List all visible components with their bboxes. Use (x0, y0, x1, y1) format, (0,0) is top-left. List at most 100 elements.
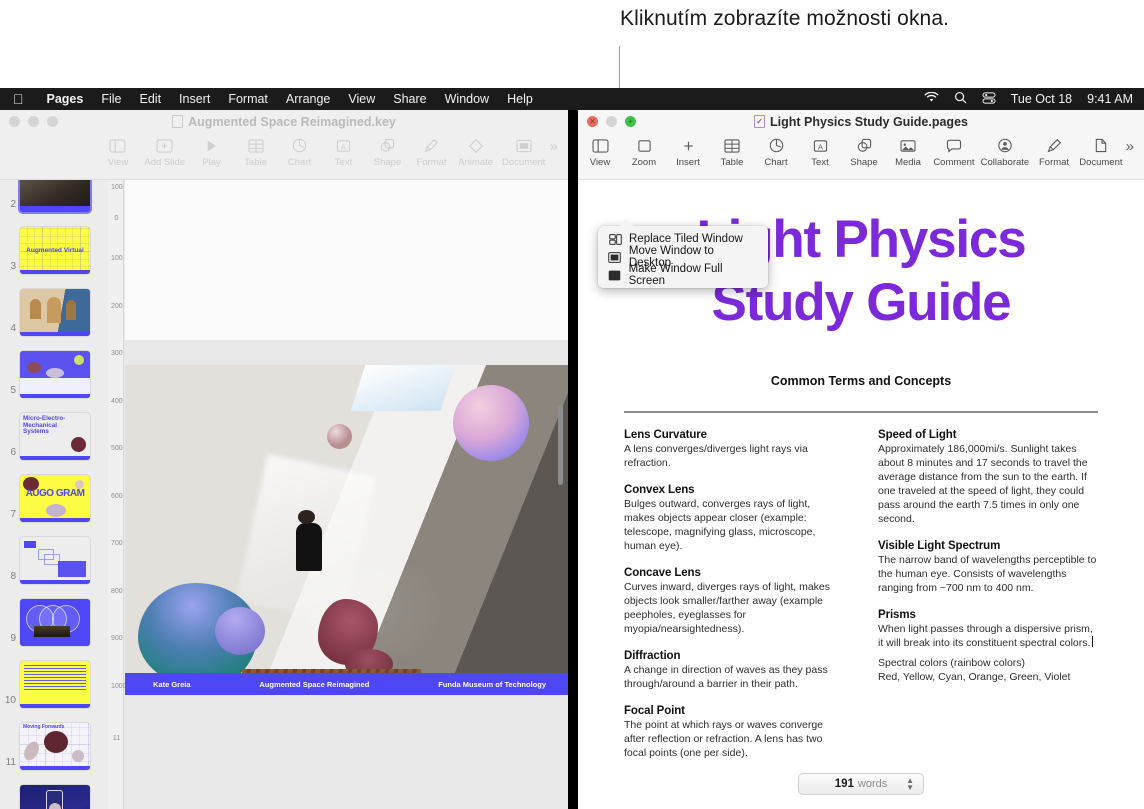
menu-item-edit[interactable]: Edit (131, 92, 171, 106)
pages-toolbar: View Zoom Insert Table Chart A Text Shap… (578, 133, 1144, 179)
spectral-colors-note: Spectral colors (rainbow colors) Red, Ye… (878, 656, 1098, 684)
term-body: Curves inward, diverges rays of light, m… (624, 581, 830, 635)
slide-number: 7 (10, 509, 16, 520)
menu-item-file[interactable]: File (92, 92, 130, 106)
word-count-stepper-icon[interactable]: ▲ ▼ (906, 777, 914, 792)
slide-number: 6 (10, 447, 16, 458)
slide-navigator[interactable]: 2 3 Augmented Virtual 4 5 6 Micro-Electr… (0, 180, 108, 809)
slide-thumbnail[interactable] (20, 351, 90, 398)
slide-thumbnail[interactable] (20, 289, 90, 336)
media-icon (900, 136, 916, 155)
menubar-time[interactable]: 9:41 AM (1087, 92, 1133, 106)
apple-icon[interactable]:  (13, 92, 24, 106)
slide-canvas[interactable]: 100 0 100 200 300 400 500 600 700 800 90… (108, 180, 568, 809)
toolbar-button-collaborate[interactable]: Collaborate (978, 136, 1032, 168)
toolbar-button-table[interactable]: Table (710, 136, 754, 168)
ruler-label: 200 (111, 303, 123, 310)
toolbar-button-view[interactable]: View (96, 136, 140, 168)
term-body-text: When light passes through a dispersive p… (878, 623, 1093, 649)
slide-thumbnail[interactable] (20, 785, 90, 809)
term-entry: Visible Light Spectrum The narrow band o… (878, 540, 1098, 595)
toolbar-button-table[interactable]: Table (234, 136, 278, 168)
current-slide[interactable]: Kate Greia Augmented Space Reimagined Fu… (125, 365, 568, 695)
toolbar-button-shape[interactable]: Shape (842, 136, 886, 168)
slide-caption-center: Augmented Space Reimagined (259, 679, 370, 689)
text-icon: A (813, 136, 828, 155)
term-title: Visible Light Spectrum (878, 540, 1001, 552)
search-icon[interactable] (954, 91, 967, 107)
toolbar-button-comment[interactable]: Comment (930, 136, 978, 168)
list-item[interactable]: 6 Micro-Electro-Mechanical Systems (0, 398, 108, 460)
toolbar-button-format[interactable]: Format (410, 136, 454, 168)
toolbar-button-chart[interactable]: Chart (754, 136, 798, 168)
list-item[interactable]: 8 (0, 522, 108, 584)
slide-thumbnail[interactable]: AUGO GRAM (20, 475, 90, 522)
wifi-icon[interactable] (924, 91, 939, 106)
move-window-to-desktop-icon (608, 251, 622, 263)
text-icon: A (336, 136, 351, 155)
menu-item-make-window-full-screen[interactable]: Make Window Full Screen (598, 263, 768, 287)
term-body: When light passes through a dispersive p… (878, 622, 1098, 650)
toolbar-label-chart: Chart (287, 157, 312, 168)
toolbar-button-media[interactable]: Media (886, 136, 930, 168)
list-item[interactable]: 2 (0, 180, 108, 212)
shape-icon (857, 136, 872, 155)
slide-thumbnail[interactable]: Augmented Virtual (20, 227, 90, 274)
document-icon (1094, 136, 1108, 155)
list-item[interactable]: 7 AUGO GRAM (0, 460, 108, 522)
toolbar-button-document[interactable]: Document (1076, 136, 1126, 168)
toolbar-button-shape[interactable]: Shape (366, 136, 410, 168)
toolbar-button-play[interactable]: Play (190, 136, 234, 168)
toolbar-button-add-slide[interactable]: Add Slide (140, 136, 190, 168)
list-item[interactable]: 10 (0, 646, 108, 708)
toolbar-button-animate[interactable]: Animate (454, 136, 498, 168)
canvas-scrollbar[interactable] (558, 405, 563, 485)
menu-item-share[interactable]: Share (384, 92, 435, 106)
toolbar-button-view[interactable]: View (578, 136, 622, 168)
toolbar-label-shape: Shape (373, 157, 402, 168)
slide-thumbnail[interactable] (20, 661, 90, 708)
menu-item-help[interactable]: Help (498, 92, 542, 106)
toolbar-button-chart[interactable]: Chart (278, 136, 322, 168)
zoom-icon (637, 136, 652, 155)
term-title: Focal Point (624, 705, 685, 717)
menu-item-insert[interactable]: Insert (170, 92, 219, 106)
list-item[interactable]: 11 Moving Forwards (0, 708, 108, 770)
menu-item-arrange[interactable]: Arrange (277, 92, 339, 106)
menu-item-format[interactable]: Format (219, 92, 277, 106)
list-item[interactable]: 12 (0, 770, 108, 809)
control-center-icon[interactable] (982, 91, 996, 107)
slide-thumbnail[interactable]: Moving Forwards (20, 723, 90, 770)
slide-thumbnail[interactable] (20, 599, 90, 646)
window-options-menu[interactable]: Replace Tiled Window Move Window to Desk… (598, 219, 768, 288)
slide-thumbnail[interactable] (20, 180, 90, 212)
chevron-double-right-icon[interactable]: » (1126, 136, 1144, 155)
slide-number: 3 (10, 261, 16, 272)
pages-titlebar[interactable]: ✕ + Light Physics Study Guide.pages (578, 110, 1144, 133)
list-item[interactable]: 3 Augmented Virtual (0, 212, 108, 274)
keynote-window: Augmented Space Reimagined.key View Add … (0, 110, 568, 809)
menubar-date[interactable]: Tue Oct 18 (1011, 92, 1072, 106)
toolbar-button-text[interactable]: A Text (798, 136, 842, 168)
toolbar-label-format: Format (416, 157, 447, 168)
slide-thumbnail[interactable] (20, 537, 90, 584)
toolbar-button-format[interactable]: Format (1032, 136, 1076, 168)
chevron-double-right-icon[interactable]: » (550, 136, 568, 155)
list-item[interactable]: 9 (0, 584, 108, 646)
menu-item-window[interactable]: Window (436, 92, 498, 106)
menu-item-view[interactable]: View (339, 92, 384, 106)
list-item[interactable]: 4 (0, 274, 108, 336)
toolbar-button-zoom[interactable]: Zoom (622, 136, 666, 168)
toolbar-button-text[interactable]: A Text (322, 136, 366, 168)
menu-item-pages[interactable]: Pages (38, 92, 93, 106)
chart-icon (769, 136, 784, 155)
ruler-label: 11 (112, 735, 121, 742)
word-count-widget[interactable]: 191 words ▲ ▼ (798, 773, 924, 795)
slide-thumbnail-title: Augmented Virtual (26, 247, 84, 254)
toolbar-button-document[interactable]: Document (498, 136, 550, 168)
toolbar-button-insert[interactable]: Insert (666, 136, 710, 168)
keynote-titlebar[interactable]: Augmented Space Reimagined.key (0, 110, 568, 133)
document-subtitle: Common Terms and Concepts (770, 374, 952, 388)
list-item[interactable]: 5 (0, 336, 108, 398)
slide-thumbnail[interactable]: Micro-Electro-Mechanical Systems (20, 413, 90, 460)
